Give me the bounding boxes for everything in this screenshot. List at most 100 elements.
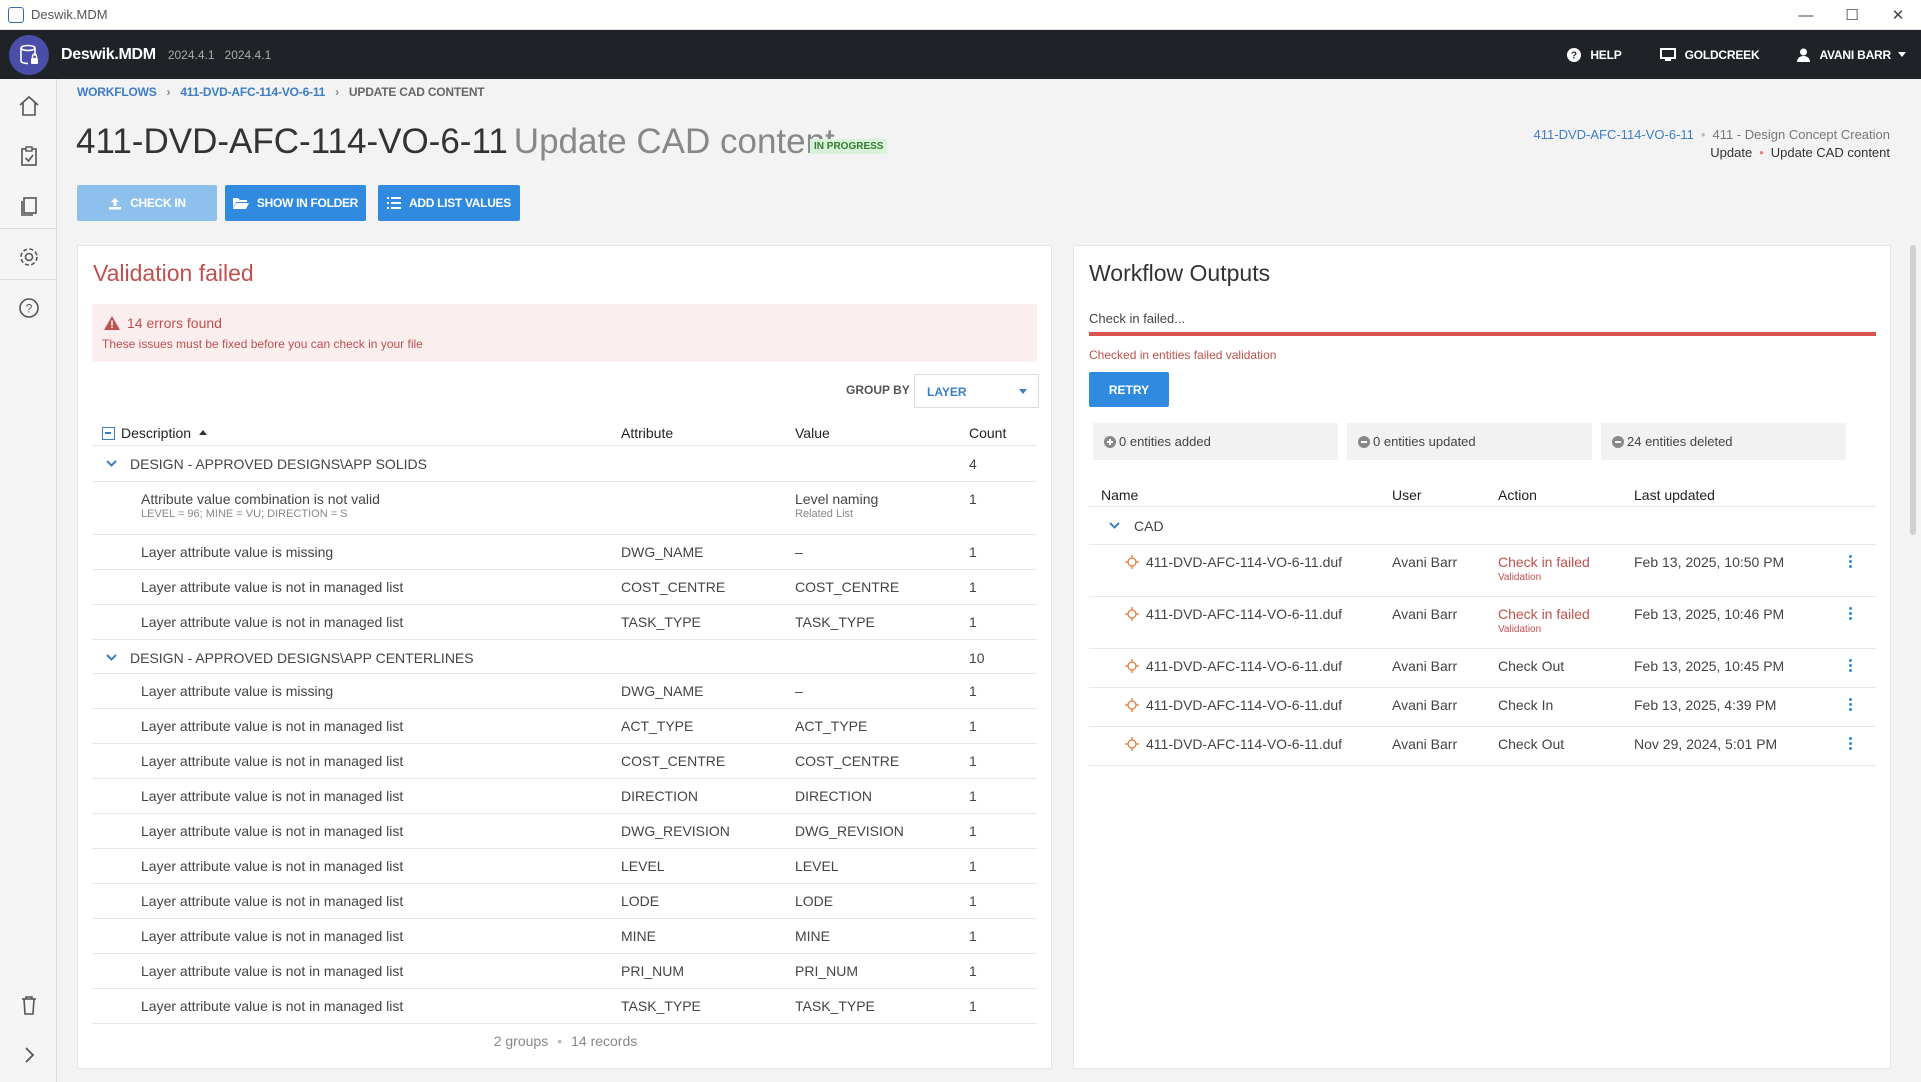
minimize-button[interactable]: — bbox=[1783, 0, 1829, 30]
app-logo[interactable] bbox=[9, 34, 49, 75]
chevron-down-icon bbox=[1019, 389, 1027, 394]
output-action: Check Out bbox=[1498, 736, 1565, 752]
column-header-last-updated[interactable]: Last updated bbox=[1634, 487, 1715, 503]
breadcrumb: WORKFLOWS › 411-DVD-AFC-114-VO-6-11 › UP… bbox=[77, 85, 485, 99]
page-title-task: Update CAD content bbox=[513, 122, 835, 161]
monitor-icon bbox=[1659, 47, 1676, 61]
group-row[interactable]: DESIGN - APPROVED DESIGNS\APP CENTERLINE… bbox=[92, 640, 1037, 674]
group-row-cad[interactable]: CAD bbox=[1089, 507, 1876, 545]
help-circle-icon[interactable]: ? bbox=[16, 295, 42, 321]
breadcrumb-workflow[interactable]: 411-DVD-AFC-114-VO-6-11 bbox=[180, 85, 325, 99]
column-header-name[interactable]: Name bbox=[1101, 487, 1138, 503]
row-description: Layer attribute value is not in managed … bbox=[141, 788, 404, 804]
column-header-user[interactable]: User bbox=[1392, 487, 1422, 503]
output-user: Avani Barr bbox=[1392, 697, 1458, 713]
settings-gear-icon[interactable] bbox=[16, 244, 42, 270]
folder-open-icon bbox=[232, 198, 249, 209]
table-row[interactable]: Layer attribute value is missing DWG_NAM… bbox=[92, 674, 1037, 709]
output-row[interactable]: 411-DVD-AFC-114-VO-6-11.duf Avani Barr C… bbox=[1089, 545, 1876, 597]
row-count: 1 bbox=[969, 788, 977, 804]
context-step: Update bbox=[1710, 145, 1753, 160]
more-options-icon[interactable] bbox=[1849, 698, 1853, 713]
table-row[interactable]: Layer attribute value is not in managed … bbox=[92, 744, 1037, 779]
documents-icon[interactable] bbox=[16, 193, 42, 219]
user-label: AVANI BARR bbox=[1819, 47, 1891, 62]
table-row[interactable]: Layer attribute value is not in managed … bbox=[92, 814, 1037, 849]
column-header-attribute[interactable]: Attribute bbox=[621, 425, 673, 441]
table-row[interactable]: Layer attribute value is not in managed … bbox=[92, 605, 1037, 640]
output-action-detail: Validation bbox=[1498, 624, 1542, 635]
expand-chevron-icon[interactable] bbox=[16, 1042, 42, 1068]
table-row[interactable]: Layer attribute value is not in managed … bbox=[92, 954, 1037, 989]
show-in-folder-button[interactable]: SHOW IN FOLDER bbox=[225, 185, 366, 221]
trash-icon[interactable] bbox=[16, 992, 42, 1018]
home-icon[interactable] bbox=[16, 93, 42, 119]
table-row[interactable]: Layer attribute value is not in managed … bbox=[92, 779, 1037, 814]
row-attribute: DWG_NAME bbox=[621, 683, 704, 699]
row-attribute: TASK_TYPE bbox=[621, 998, 701, 1014]
user-icon bbox=[1797, 48, 1811, 62]
group-title: DESIGN - APPROVED DESIGNS\APP SOLIDS bbox=[130, 456, 427, 472]
check-in-button[interactable]: CHECK IN bbox=[77, 185, 217, 221]
row-attribute: MINE bbox=[621, 928, 656, 944]
more-options-icon[interactable] bbox=[1849, 607, 1853, 622]
table-row[interactable]: Attribute value combination is not valid… bbox=[92, 482, 1037, 535]
breadcrumb-separator-icon: › bbox=[166, 85, 171, 99]
cad-file-icon bbox=[1125, 555, 1139, 569]
svg-text:?: ? bbox=[1571, 50, 1577, 61]
breadcrumb-workflows[interactable]: WORKFLOWS bbox=[77, 85, 157, 99]
row-description: Layer attribute value is not in managed … bbox=[141, 998, 404, 1014]
row-value: Level naming bbox=[795, 491, 879, 507]
column-header-value[interactable]: Value bbox=[795, 425, 830, 441]
row-count: 1 bbox=[969, 893, 977, 909]
collapse-all-icon[interactable] bbox=[102, 427, 115, 440]
user-menu[interactable]: AVANI BARR bbox=[1797, 48, 1906, 62]
retry-button[interactable]: RETRY bbox=[1089, 372, 1169, 407]
chevron-down-icon[interactable] bbox=[106, 654, 117, 661]
table-row[interactable]: Layer attribute value is not in managed … bbox=[92, 849, 1037, 884]
output-updated: Feb 13, 2025, 10:45 PM bbox=[1634, 658, 1785, 674]
more-options-icon[interactable] bbox=[1849, 555, 1853, 570]
column-header-action[interactable]: Action bbox=[1498, 487, 1537, 503]
output-row[interactable]: 411-DVD-AFC-114-VO-6-11.duf Avani Barr C… bbox=[1089, 649, 1876, 688]
output-row[interactable]: 411-DVD-AFC-114-VO-6-11.duf Avani Barr C… bbox=[1089, 597, 1876, 649]
chevron-down-icon bbox=[1898, 52, 1906, 57]
table-row[interactable]: Layer attribute value is not in managed … bbox=[92, 989, 1037, 1024]
outputs-title: Workflow Outputs bbox=[1089, 260, 1271, 286]
table-row[interactable]: Layer attribute value is not in managed … bbox=[92, 919, 1037, 954]
table-row[interactable]: Layer attribute value is not in managed … bbox=[92, 709, 1037, 744]
output-row[interactable]: 411-DVD-AFC-114-VO-6-11.duf Avani Barr C… bbox=[1089, 688, 1876, 727]
group-row[interactable]: DESIGN - APPROVED DESIGNS\APP SOLIDS 4 bbox=[92, 446, 1037, 482]
row-attribute: PRI_NUM bbox=[621, 963, 685, 979]
row-description: Layer attribute value is not in managed … bbox=[141, 823, 404, 839]
row-value: DIRECTION bbox=[795, 788, 872, 804]
footer-groups: 2 groups bbox=[493, 1033, 549, 1049]
column-header-count[interactable]: Count bbox=[969, 425, 1006, 441]
tasks-icon[interactable] bbox=[16, 143, 42, 169]
more-options-icon[interactable] bbox=[1849, 659, 1853, 674]
updated-circle-icon bbox=[1358, 435, 1370, 448]
chevron-down-icon[interactable] bbox=[106, 460, 117, 467]
page-scrollbar[interactable] bbox=[1910, 245, 1916, 535]
chevron-down-icon[interactable] bbox=[1109, 522, 1120, 529]
table-row[interactable]: Layer attribute value is not in managed … bbox=[92, 570, 1037, 605]
footer-records: 14 records bbox=[571, 1033, 638, 1049]
close-window-button[interactable]: ✕ bbox=[1875, 0, 1921, 30]
add-list-values-button[interactable]: ADD LIST VALUES bbox=[378, 185, 520, 221]
maximize-button[interactable]: ☐ bbox=[1829, 0, 1875, 30]
row-value: TASK_TYPE bbox=[795, 614, 875, 630]
group-by-select[interactable]: LAYER bbox=[914, 374, 1039, 408]
workflow-context: 411-DVD-AFC-114-VO-6-11 • 411 - Design Con… bbox=[1533, 127, 1890, 160]
table-footer: 2 groups • 14 records bbox=[493, 1033, 638, 1049]
context-workflow-link[interactable]: 411-DVD-AFC-114-VO-6-11 bbox=[1534, 127, 1694, 142]
more-options-icon[interactable] bbox=[1849, 737, 1853, 752]
help-menu[interactable]: ? HELP bbox=[1567, 47, 1622, 62]
add-list-values-label: ADD LIST VALUES bbox=[409, 196, 511, 210]
site-menu[interactable]: GOLDCREEK bbox=[1659, 47, 1760, 62]
row-value: LEVEL bbox=[795, 858, 839, 874]
table-row[interactable]: Layer attribute value is not in managed … bbox=[92, 884, 1037, 919]
cad-file-icon bbox=[1125, 659, 1139, 673]
output-row[interactable]: 411-DVD-AFC-114-VO-6-11.duf Avani Barr C… bbox=[1089, 727, 1876, 766]
column-header-description[interactable]: Description bbox=[102, 425, 208, 441]
table-row[interactable]: Layer attribute value is missing DWG_NAM… bbox=[92, 535, 1037, 570]
